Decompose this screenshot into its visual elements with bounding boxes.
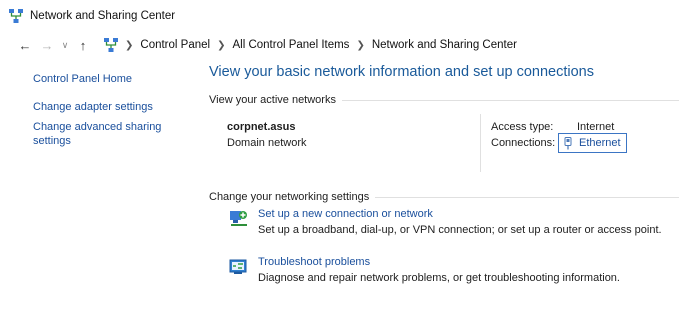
control-panel-home-link[interactable]: Control Panel Home bbox=[33, 72, 198, 86]
sidebar: Control Panel Home Change adapter settin… bbox=[33, 72, 198, 148]
task-description: Set up a broadband, dial-up, or VPN conn… bbox=[258, 224, 662, 236]
divider bbox=[375, 196, 679, 198]
breadcrumb-all-items[interactable]: All Control Panel Items bbox=[232, 39, 349, 51]
page-title: View your basic network information and … bbox=[209, 64, 595, 80]
setup-new-connection-link[interactable]: Set up a new connection or network bbox=[258, 208, 433, 220]
troubleshoot-problems-link[interactable]: Troubleshoot problems bbox=[258, 256, 370, 268]
back-arrow-icon[interactable]: ← bbox=[14, 35, 36, 55]
task-description: Diagnose and repair network problems, or… bbox=[258, 272, 620, 284]
access-type-label: Access type: bbox=[491, 121, 554, 133]
chevron-right-icon[interactable]: ❯ bbox=[356, 40, 364, 51]
ethernet-icon bbox=[564, 136, 572, 149]
breadcrumb-network-center[interactable]: Network and Sharing Center bbox=[372, 39, 517, 51]
active-network-panel: corpnet.asus Domain network Access type:… bbox=[209, 106, 679, 172]
access-type-value: Internet bbox=[577, 121, 615, 133]
section-title: View your active networks bbox=[209, 94, 336, 106]
breadcrumb-control-panel[interactable]: Control Panel bbox=[140, 39, 210, 51]
change-adapter-settings-link[interactable]: Change adapter settings bbox=[33, 100, 198, 114]
ethernet-connection-link[interactable]: Ethernet bbox=[558, 133, 627, 153]
connections-label: Connections: bbox=[491, 137, 556, 149]
change-advanced-sharing-link[interactable]: Change advanced sharing settings bbox=[33, 120, 198, 148]
address-bar[interactable]: ❯ Control Panel ❯ All Control Panel Item… bbox=[103, 34, 684, 56]
chevron-right-icon[interactable]: ❯ bbox=[217, 40, 225, 51]
change-settings-section-header: Change your networking settings bbox=[209, 191, 679, 203]
divider bbox=[341, 99, 679, 101]
active-networks-section-header: View your active networks bbox=[209, 94, 679, 106]
up-arrow-icon[interactable]: ↑ bbox=[72, 35, 94, 55]
network-type: Domain network bbox=[227, 137, 307, 149]
main-content: View your basic network information and … bbox=[209, 62, 679, 299]
task-item: Set up a new connection or network Set u… bbox=[209, 203, 679, 251]
section-title: Change your networking settings bbox=[209, 191, 370, 203]
navigation-bar: ← → ∨ ↑ ❯ Control Panel ❯ All Control Pa… bbox=[0, 34, 684, 56]
new-connection-icon bbox=[230, 211, 247, 226]
chevron-right-icon: ❯ bbox=[125, 39, 134, 51]
title-bar: Network and Sharing Center bbox=[0, 0, 684, 32]
divider bbox=[480, 114, 481, 172]
task-item: Troubleshoot problems Diagnose and repai… bbox=[209, 251, 679, 299]
window-title: Network and Sharing Center bbox=[30, 10, 176, 22]
troubleshoot-icon bbox=[229, 259, 247, 274]
network-center-icon bbox=[9, 9, 23, 23]
network-center-icon bbox=[104, 38, 118, 52]
connection-name[interactable]: Ethernet bbox=[579, 137, 621, 149]
chevron-down-icon[interactable]: ∨ bbox=[58, 35, 72, 55]
forward-arrow-icon[interactable]: → bbox=[36, 35, 58, 55]
network-name: corpnet.asus bbox=[227, 121, 296, 133]
